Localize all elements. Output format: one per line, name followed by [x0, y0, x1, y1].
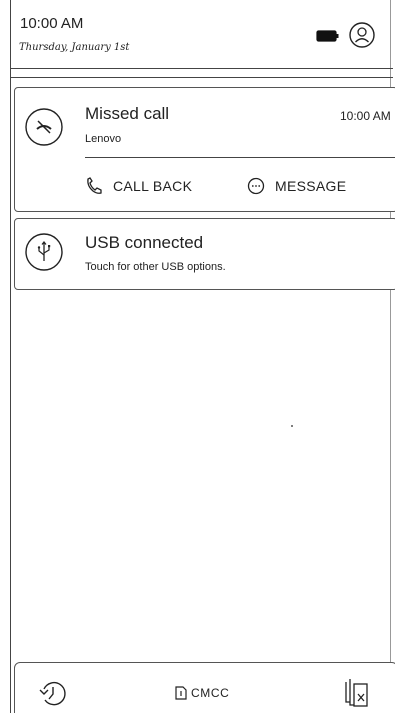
- status-date: Thursday, January 1st: [19, 42, 130, 53]
- battery-icon: [316, 30, 339, 42]
- profile-icon[interactable]: [348, 21, 376, 49]
- status-header: 10:00 AM Thursday, January 1st: [10, 0, 393, 70]
- notification-title: Missed call: [85, 104, 170, 123]
- history-icon[interactable]: [37, 677, 69, 709]
- sim-icon: [175, 686, 187, 700]
- notification-subtitle: Lenovo: [85, 133, 122, 145]
- carrier-indicator: CMCC: [175, 683, 229, 703]
- notification-title: USB connected: [85, 233, 204, 252]
- clear-all-icon[interactable]: [340, 676, 372, 710]
- notification-subtitle: Touch for other USB options.: [85, 261, 226, 273]
- carrier-label: CMCC: [191, 686, 230, 700]
- notification-missed-call[interactable]: Missed call Lenovo 10:00 AM CALL BACK ME…: [14, 87, 395, 212]
- call-back-button[interactable]: CALL BACK: [85, 174, 192, 198]
- notification-shade: 10:00 AM Thursday, January 1st Missed ca…: [0, 0, 395, 713]
- usb-icon: [25, 233, 63, 271]
- missed-call-icon: [25, 108, 63, 146]
- call-back-label: CALL BACK: [113, 178, 193, 194]
- header-divider: [10, 68, 393, 78]
- message-button[interactable]: MESSAGE: [247, 174, 346, 198]
- message-icon: [247, 177, 265, 195]
- notification-usb[interactable]: USB connected Touch for other USB option…: [14, 218, 395, 290]
- phone-icon: [87, 177, 102, 194]
- left-edge: [10, 0, 11, 713]
- speck: [291, 425, 293, 427]
- bottom-bar: CMCC: [14, 662, 395, 713]
- status-time: 10:00 AM: [20, 15, 84, 32]
- notification-time: 10:00 AM: [340, 109, 391, 123]
- action-divider: [85, 157, 395, 158]
- message-label: MESSAGE: [275, 178, 347, 194]
